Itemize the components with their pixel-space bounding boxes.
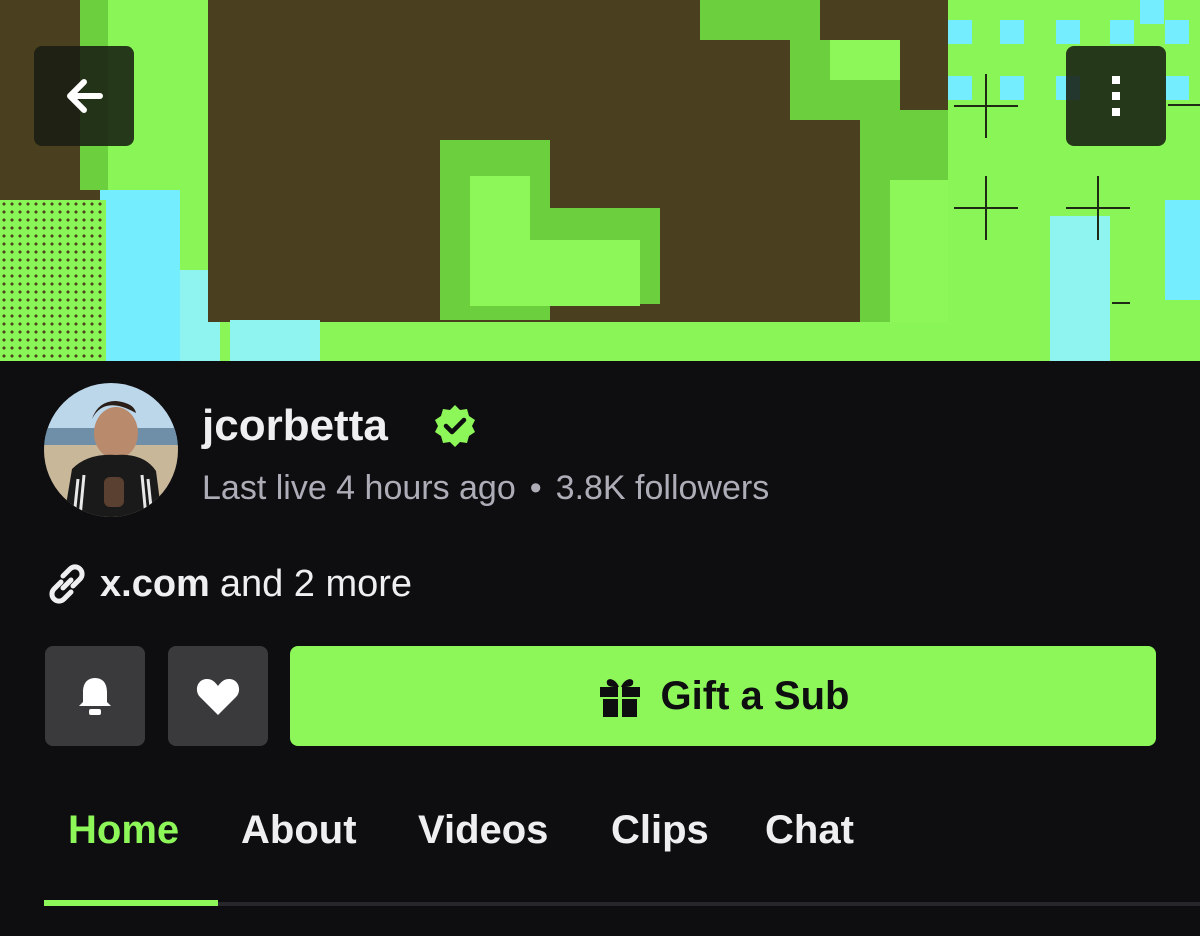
link-icon <box>49 564 85 604</box>
more-vertical-icon <box>1112 76 1120 116</box>
notifications-button[interactable] <box>45 646 145 746</box>
bell-icon <box>79 678 111 715</box>
channel-banner <box>0 0 1200 361</box>
channel-meta: Last live 4 hours ago • 3.8K followers <box>202 466 769 510</box>
tab-clips[interactable]: Clips <box>611 808 709 853</box>
verified-badge-icon <box>435 405 475 447</box>
avatar-image <box>44 383 178 517</box>
gift-a-sub-button[interactable]: Gift a Sub <box>290 646 1156 746</box>
followers-count: 3.8K followers <box>555 469 770 507</box>
tab-home[interactable]: Home <box>68 808 179 853</box>
meta-separator: • <box>529 469 542 507</box>
arrow-left-icon <box>67 79 103 113</box>
back-button[interactable] <box>34 46 134 146</box>
last-live-text: Last live 4 hours ago <box>202 469 516 507</box>
more-options-button[interactable] <box>1066 46 1166 146</box>
avatar[interactable] <box>44 383 178 517</box>
tab-about[interactable]: About <box>241 808 357 853</box>
channel-tabs: Home About Videos Clips Chat <box>44 796 1200 906</box>
channel-name: jcorbetta <box>202 401 388 450</box>
follow-button[interactable] <box>168 646 268 746</box>
gift-icon <box>599 679 640 717</box>
link-primary[interactable]: x.com <box>100 563 210 606</box>
gift-button-label: Gift a Sub <box>660 673 850 718</box>
social-links[interactable]: x.com and 2 more <box>44 560 412 608</box>
heart-icon <box>196 679 240 715</box>
active-tab-indicator <box>44 900 218 906</box>
tab-videos[interactable]: Videos <box>418 808 548 853</box>
tab-chat[interactable]: Chat <box>765 808 854 853</box>
link-more[interactable]: and 2 more <box>220 563 412 606</box>
